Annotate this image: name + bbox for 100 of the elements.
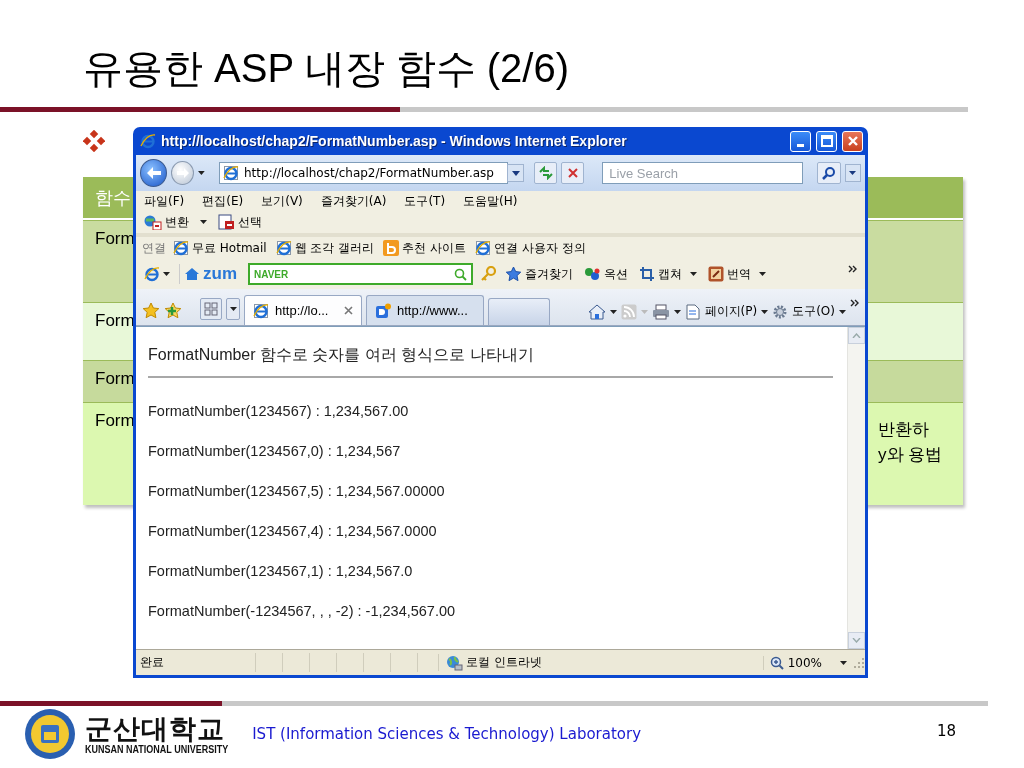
ie-page-icon bbox=[173, 240, 189, 256]
close-button[interactable] bbox=[842, 130, 863, 152]
address-field[interactable]: http://localhost/chap2/FormatNumber.asp bbox=[219, 162, 509, 184]
forward-arrow-icon bbox=[175, 167, 190, 179]
table-cell-text: Form bbox=[95, 229, 135, 250]
toolbar-button[interactable]: 번역 bbox=[706, 265, 768, 283]
browser-tab[interactable]: http://www... bbox=[366, 295, 484, 325]
security-zone: 로컬 인트라넷 bbox=[438, 654, 647, 671]
caret-icon bbox=[163, 272, 170, 276]
minimize-button[interactable] bbox=[790, 130, 811, 152]
zum-logo[interactable]: zum bbox=[179, 264, 241, 284]
back-button[interactable] bbox=[140, 159, 168, 187]
page-heading: FormatNumber 함수로 숫자를 여러 형식으로 나타내기 bbox=[148, 345, 535, 365]
chevron-icon[interactable] bbox=[848, 265, 857, 273]
link-item[interactable]: 무료 Hotmail bbox=[171, 239, 269, 257]
output-line: FormatNumber(1234567,5) : 1,234,567.00000 bbox=[148, 482, 446, 501]
search-button[interactable] bbox=[817, 162, 841, 184]
output-line: FormatNumber(1234567,1) : 1,234,567.0 bbox=[148, 562, 414, 581]
ie-page-icon bbox=[475, 240, 492, 256]
page-number: 18 bbox=[936, 722, 956, 740]
menu-item[interactable]: 파일(F) bbox=[144, 192, 185, 210]
add-favorite-icon[interactable] bbox=[164, 302, 182, 320]
pdf-select-icon bbox=[218, 214, 235, 230]
output-line: FormatNumber(1234567,4) : 1,234,567.0000 bbox=[148, 522, 438, 541]
toolbar-button[interactable]: 도구(O) bbox=[772, 303, 846, 320]
naver-label: NAVER bbox=[254, 268, 289, 280]
menu-item[interactable]: 즐겨찾기(A) bbox=[320, 192, 387, 210]
caret-icon bbox=[229, 307, 237, 311]
home-button[interactable] bbox=[587, 304, 617, 320]
refresh-arrows-icon bbox=[537, 166, 554, 180]
menu-item[interactable]: 도움말(H) bbox=[463, 192, 518, 210]
favorites-star-icon[interactable] bbox=[142, 302, 160, 320]
toolbar-button[interactable]: 캡쳐 bbox=[637, 265, 699, 283]
chevron-icon[interactable] bbox=[850, 299, 859, 307]
document-icon bbox=[375, 302, 391, 319]
link-item[interactable]: 추천 사이트 bbox=[381, 239, 469, 257]
address-dropdown-button[interactable] bbox=[507, 164, 524, 182]
toolbar-button[interactable]: 즐겨찾기 bbox=[503, 265, 575, 283]
crop-icon bbox=[639, 266, 655, 282]
menu-item[interactable]: 보기(V) bbox=[261, 192, 303, 210]
print-button[interactable] bbox=[651, 304, 681, 320]
table-cell-text: Form bbox=[95, 411, 135, 432]
caret-icon bbox=[640, 310, 648, 314]
stop-button[interactable] bbox=[561, 162, 585, 184]
links-label: 연결 bbox=[142, 239, 166, 257]
tab-list-button[interactable] bbox=[226, 298, 240, 320]
feed-icon bbox=[620, 304, 637, 320]
ie-logo-icon bbox=[144, 266, 160, 282]
zoom-icon bbox=[769, 655, 784, 670]
caret-icon[interactable] bbox=[198, 171, 205, 175]
gear-icon bbox=[772, 303, 789, 320]
caret-icon bbox=[849, 171, 857, 175]
globe-network-icon bbox=[445, 654, 463, 671]
menu-item[interactable]: 도구(T) bbox=[404, 192, 446, 210]
search-options-button[interactable] bbox=[844, 164, 861, 182]
page-icon bbox=[684, 303, 701, 320]
university-seal-icon bbox=[24, 708, 76, 760]
ie-page-icon bbox=[275, 240, 292, 256]
table-cell-text: Form bbox=[95, 311, 135, 332]
university-name-english: KUNSAN NATIONAL UNIVERSITY bbox=[85, 742, 229, 755]
search-field[interactable]: Live Search bbox=[602, 162, 804, 184]
ie-page-icon bbox=[223, 165, 239, 181]
search-icon bbox=[454, 267, 467, 281]
output-line: FormatNumber(1234567,0) : 1,234,567 bbox=[148, 442, 402, 461]
star-icon bbox=[505, 266, 522, 282]
ie-page-icon bbox=[253, 302, 269, 319]
table-cell-text: y와 용법 bbox=[878, 444, 944, 466]
colored-dots-icon bbox=[584, 267, 601, 281]
caret-icon bbox=[840, 660, 847, 665]
caret-icon bbox=[690, 272, 697, 276]
ie-menu-button[interactable] bbox=[142, 266, 172, 282]
house-icon bbox=[587, 304, 606, 320]
window-title: http://localhost/chap2/FormatNumber.asp - Windows Internet Explorer bbox=[161, 133, 628, 149]
zoom-button[interactable]: 100% bbox=[762, 655, 853, 670]
resize-grip-icon[interactable] bbox=[853, 656, 865, 669]
caret-icon bbox=[609, 310, 617, 314]
toolbar-button[interactable]: 페이지(P) bbox=[684, 303, 769, 320]
minimize-glyph-icon bbox=[797, 143, 804, 147]
menu-item[interactable]: 편집(E) bbox=[202, 192, 244, 210]
stop-x-icon bbox=[566, 167, 579, 179]
university-name: 군산대학교 bbox=[85, 714, 226, 743]
link-item[interactable]: 연결 사용자 정의 bbox=[473, 239, 588, 257]
output-line: FormatNumber(-1234567, , , -2) : -1,234,567.00 bbox=[148, 602, 457, 621]
browser-tab[interactable]: http://lo... bbox=[244, 295, 362, 325]
printer-icon bbox=[651, 304, 670, 320]
maximize-button[interactable] bbox=[816, 130, 837, 152]
grid-icon bbox=[204, 302, 218, 316]
diamond-bullet-icon bbox=[83, 130, 105, 152]
refresh-button[interactable] bbox=[533, 162, 558, 184]
translate-icon bbox=[708, 266, 724, 282]
toolbar-button[interactable]: 옥션 bbox=[582, 265, 630, 283]
ie-logo-icon bbox=[140, 133, 156, 149]
close-icon bbox=[846, 135, 859, 147]
table-cell-text: 반환하 bbox=[878, 419, 930, 441]
convert-icon bbox=[144, 214, 162, 230]
close-tab-icon[interactable] bbox=[344, 306, 353, 315]
status-text: 완료 bbox=[139, 654, 165, 671]
back-arrow-icon bbox=[145, 166, 162, 180]
link-item[interactable]: 웹 조각 갤러리 bbox=[273, 239, 377, 257]
caret-icon bbox=[673, 310, 681, 314]
